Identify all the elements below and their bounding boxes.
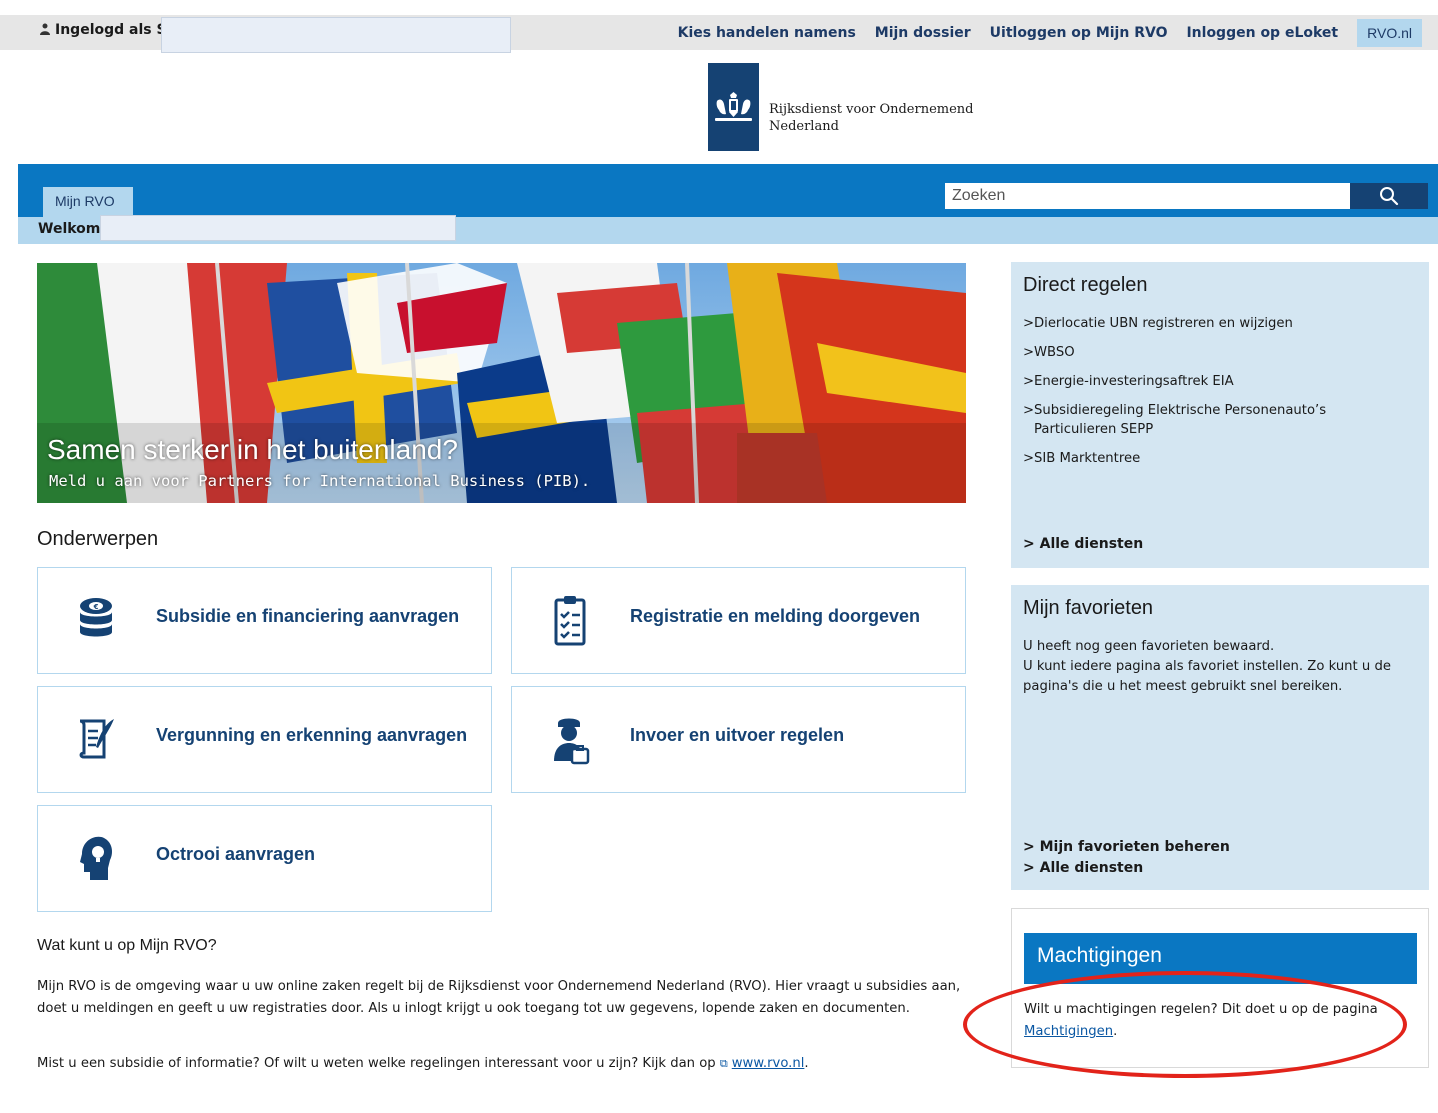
person-icon [40,23,50,35]
link-mijn-dossier[interactable]: Mijn dossier [875,25,971,41]
flags-image [37,263,966,503]
tab-mijn-rvo[interactable]: Mijn RVO [43,187,133,217]
topic-label[interactable]: Registratie en melding doorgeven [630,606,920,627]
favorieten-panel: Mijn favorieten U heeft nog geen favorie… [1011,585,1429,890]
machtigingen-end: . [1113,1024,1118,1039]
search-button[interactable] [1350,183,1428,209]
logo-line-1: Rijksdienst voor Ondernemend [769,102,974,117]
about-body: Mijn RVO is de omgeving waar u uw online… [37,979,961,1016]
list-item[interactable]: Subsidieregeling Elektrische Personenaut… [1023,401,1333,439]
redacted-company-name [100,215,456,241]
topic-tile-invoer[interactable]: Invoer en uitvoer regelen [511,686,966,793]
favorieten-line-2: U kunt iedere pagina als favoriet instel… [1023,659,1391,694]
machtigingen-text: Wilt u machtigingen regelen? Dit doet u … [1024,999,1424,1043]
topic-tile-subsidie[interactable]: € Subsidie en financiering aanvragen [37,567,492,674]
link-rvo-nl[interactable]: RVO.nl [1357,19,1422,47]
list-item[interactable]: WBSO [1023,343,1333,362]
topic-tile-registratie[interactable]: Registratie en melding doorgeven [511,567,966,674]
topic-label[interactable]: Invoer en uitvoer regelen [630,725,844,746]
link-inloggen-eloket[interactable]: Inloggen op eLoket [1186,25,1338,41]
svg-text:€: € [93,603,99,611]
welcome-text: Welkom [38,221,101,237]
link-kies-handelen-namens[interactable]: Kies handelen namens [678,25,856,41]
hero-title[interactable]: Samen sterker in het buitenland? [47,434,458,466]
favorieten-beheren-link[interactable]: > Mijn favorieten beheren [1023,839,1230,855]
search-input[interactable] [945,183,1350,209]
redacted-username [161,17,511,53]
alle-diensten-label: Alle diensten [1039,536,1144,552]
royal-crest-icon [715,92,752,121]
rvo-website-link[interactable]: www.rvo.nl [732,1056,805,1071]
machtigingen-description: Wilt u machtigingen regelen? Dit doet u … [1024,1002,1378,1017]
hero-banner[interactable] [37,263,966,503]
customs-officer-icon [554,718,590,765]
favorieten-alle-diensten-label: Alle diensten [1039,860,1144,876]
external-link-icon: ⧉ [719,1057,728,1070]
hero-subtitle[interactable]: Meld u aan voor Partners for Internation… [49,472,590,490]
about-footer-text: Mist u een subsidie of informatie? Of wi… [37,1056,716,1071]
topic-label[interactable]: Subsidie en financiering aanvragen [156,606,459,627]
topics-heading: Onderwerpen [37,528,159,550]
coins-icon: € [80,598,112,637]
machtigingen-link[interactable]: Machtigingen [1024,1024,1113,1039]
alle-diensten-link[interactable]: > Alle diensten [1023,536,1143,552]
scroll-quill-icon [79,719,114,759]
clipboard-checklist-icon [554,596,586,646]
machtigingen-panel [1011,908,1429,1068]
logo-line-2: Nederland [769,119,839,134]
direct-regelen-panel: Direct regelen Dierlocatie UBN registrer… [1011,262,1429,568]
list-item[interactable]: Dierlocatie UBN registreren en wijzigen [1023,314,1333,333]
logged-in-label: Ingelogd als S [39,22,167,38]
top-links: Kies handelen namens Mijn dossier Uitlog… [678,16,1422,50]
favorieten-alle-diensten-link[interactable]: > Alle diensten [1023,860,1143,876]
idea-head-icon [80,836,112,880]
favorieten-title: Mijn favorieten [1023,597,1154,619]
topic-tile-octrooi[interactable]: Octrooi aanvragen [37,805,492,912]
direct-regelen-title: Direct regelen [1023,274,1148,296]
list-item[interactable]: Energie-investeringsaftrek EIA [1023,372,1333,391]
list-item[interactable]: SIB Marktentree [1023,449,1333,468]
about-heading: Wat kunt u op Mijn RVO? [37,937,217,954]
favorieten-text: U heeft nog geen favorieten bewaard. U k… [1023,637,1423,697]
top-edge [0,0,1438,15]
topic-label[interactable]: Vergunning en erkenning aanvragen [156,725,467,746]
favorieten-beheren-label: Mijn favorieten beheren [1039,839,1230,855]
machtigingen-title: Machtigingen [1024,933,1417,984]
link-uitloggen[interactable]: Uitloggen op Mijn RVO [990,25,1168,41]
search-icon [1380,187,1399,206]
favorieten-line-1: U heeft nog geen favorieten bewaard. [1023,639,1275,654]
direct-regelen-list: Dierlocatie UBN registreren en wijzigen … [1023,314,1333,478]
topic-tile-vergunning[interactable]: Vergunning en erkenning aanvragen [37,686,492,793]
logged-in-text: Ingelogd als S [55,22,167,38]
about-footer: Mist u een subsidie of informatie? Of wi… [37,1056,809,1071]
topic-label[interactable]: Octrooi aanvragen [156,844,315,865]
logo-wordmark: Rijksdienst voor Ondernemend Nederland [769,101,973,135]
about-footer-end: . [804,1056,809,1071]
